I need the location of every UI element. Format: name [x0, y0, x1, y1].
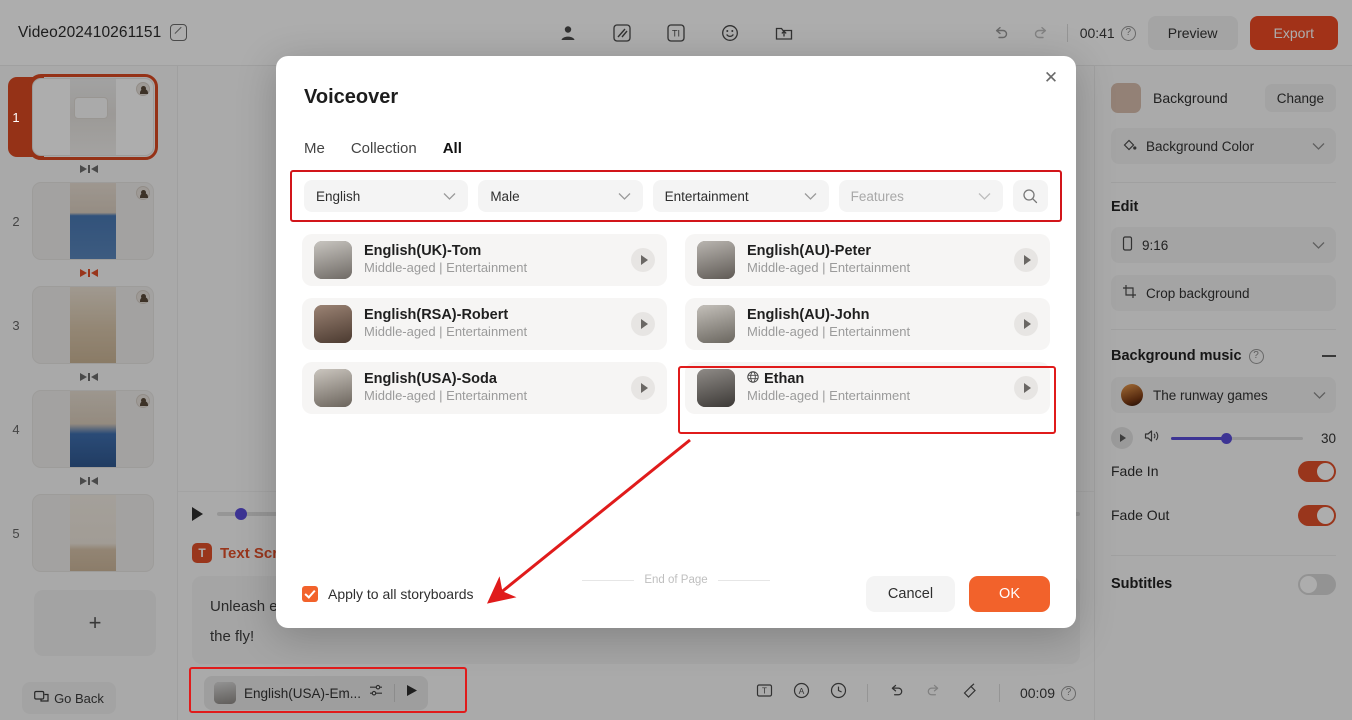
filter-row: English Male Entertainment Features [290, 170, 1062, 222]
gender-filter-value: Male [490, 188, 520, 204]
language-filter-value: English [316, 188, 361, 204]
style-filter[interactable]: Entertainment [652, 180, 829, 212]
voice-name: English(UK)-Tom [364, 243, 482, 259]
search-icon[interactable] [1012, 180, 1049, 212]
voice-info: English(AU)-Peter Middle-aged | Entertai… [747, 243, 1002, 277]
close-icon[interactable]: ✕ [1039, 66, 1063, 90]
apply-all-checkbox[interactable] [302, 586, 318, 602]
apply-all-label: Apply to all storyboards [328, 586, 474, 602]
features-filter-value: Features [850, 188, 904, 204]
avatar [697, 241, 735, 279]
features-filter[interactable]: Features [838, 180, 1003, 212]
voice-card-english-rsa-robert[interactable]: English(RSA)-Robert Middle-aged | Entert… [302, 298, 667, 350]
gender-filter[interactable]: Male [478, 180, 643, 212]
avatar [697, 305, 735, 343]
chevron-down-icon [804, 189, 817, 204]
modal-title: Voiceover [304, 86, 399, 108]
tab-me[interactable]: Me [304, 140, 325, 157]
voice-name: Ethan [764, 371, 805, 387]
chevron-down-icon [618, 189, 631, 204]
voice-info: English(RSA)-Robert Middle-aged | Entert… [364, 307, 619, 341]
voice-name: English(USA)-Soda [364, 371, 497, 387]
avatar [697, 369, 735, 407]
voice-card-ethan[interactable]: Ethan Middle-aged | Entertainment [685, 362, 1050, 414]
voice-meta: Middle-aged | Entertainment [747, 324, 911, 339]
modal-footer: Apply to all storyboards Cancel OK [276, 560, 1076, 628]
voice-card-english-usa-soda[interactable]: English(USA)-Soda Middle-aged | Entertai… [302, 362, 667, 414]
voice-list: English(UK)-Tom Middle-aged | Entertainm… [302, 234, 1050, 414]
voiceover-modal: ✕ Voiceover Me Collection All English Ma… [276, 56, 1076, 628]
voice-card-english-au-john[interactable]: English(AU)-John Middle-aged | Entertain… [685, 298, 1050, 350]
avatar [314, 305, 352, 343]
voice-info: English(AU)-John Middle-aged | Entertain… [747, 307, 1002, 341]
voice-info: English(UK)-Tom Middle-aged | Entertainm… [364, 243, 619, 277]
voice-play-icon[interactable] [1014, 376, 1038, 400]
voice-play-icon[interactable] [1014, 248, 1038, 272]
voice-name: English(AU)-Peter [747, 243, 872, 259]
voice-card-english-uk-tom[interactable]: English(UK)-Tom Middle-aged | Entertainm… [302, 234, 667, 286]
voice-name-row: Ethan [747, 371, 1002, 387]
tab-all[interactable]: All [443, 140, 462, 157]
tab-collection[interactable]: Collection [351, 140, 417, 157]
voice-meta: Middle-aged | Entertainment [747, 388, 911, 403]
modal-tabs: Me Collection All [304, 140, 462, 157]
cancel-button[interactable]: Cancel [865, 576, 956, 612]
voice-name: English(AU)-John [747, 307, 870, 323]
voice-meta: Middle-aged | Entertainment [747, 260, 911, 275]
avatar [314, 241, 352, 279]
voice-info: Ethan Middle-aged | Entertainment [747, 371, 1002, 405]
voice-info: English(USA)-Soda Middle-aged | Entertai… [364, 371, 619, 405]
voice-play-icon[interactable] [631, 312, 655, 336]
globe-icon [747, 371, 759, 387]
voice-play-icon[interactable] [631, 376, 655, 400]
language-filter[interactable]: English [304, 180, 469, 212]
avatar [314, 369, 352, 407]
ok-button[interactable]: OK [969, 576, 1050, 612]
voice-play-icon[interactable] [1014, 312, 1038, 336]
voice-name: English(RSA)-Robert [364, 307, 509, 323]
footer-buttons: Cancel OK [865, 576, 1050, 612]
chevron-down-icon [443, 189, 456, 204]
voice-play-icon[interactable] [631, 248, 655, 272]
style-filter-value: Entertainment [664, 188, 749, 204]
voice-meta: Middle-aged | Entertainment [364, 260, 528, 275]
voice-meta: Middle-aged | Entertainment [364, 388, 528, 403]
apply-all-checkbox-row[interactable]: Apply to all storyboards [302, 586, 474, 602]
storyboard-number: 1 [12, 109, 20, 125]
voice-card-english-au-peter[interactable]: English(AU)-Peter Middle-aged | Entertai… [685, 234, 1050, 286]
chevron-down-icon [978, 189, 991, 204]
voice-meta: Middle-aged | Entertainment [364, 324, 528, 339]
